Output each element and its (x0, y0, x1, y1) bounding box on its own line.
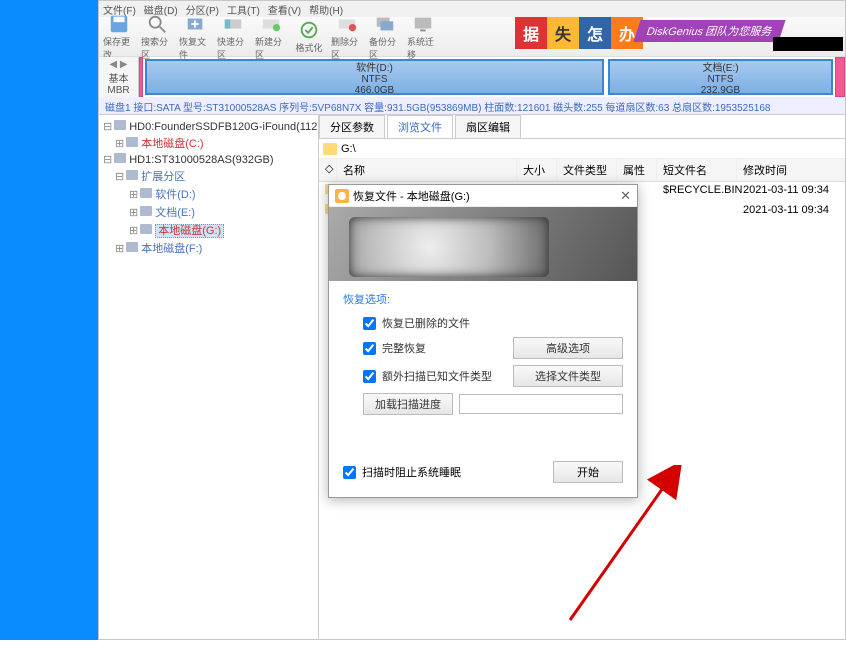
volume-icon (126, 242, 138, 252)
col-name[interactable]: 名称 (337, 159, 517, 181)
part-d-title: 软件(D:) (356, 59, 393, 74)
chk-extra-scan[interactable] (363, 370, 376, 383)
disk-icon (114, 120, 126, 130)
volume-icon (140, 206, 152, 216)
disk-basic-cell[interactable]: ◀ ▶ 基本 MBR (99, 57, 139, 97)
banner-char-3: 怎 (579, 17, 611, 49)
tb-format[interactable]: 格式化 (293, 19, 325, 54)
tb-delete[interactable]: 删除分区 (331, 13, 363, 61)
file-time: 2021-03-11 09:34 (737, 182, 845, 202)
tree-g[interactable]: 本地磁盘(G:) (155, 224, 224, 238)
volume-icon (126, 137, 138, 147)
disk-info-line: 磁盘1 接口:SATA 型号:ST31000528AS 序列号:5VP68N7X… (99, 97, 845, 115)
partition-gap (139, 57, 143, 97)
file-short: $RECYCLE.BIN (657, 182, 737, 202)
part-d-size: 466.0GB (355, 85, 394, 96)
tab-browse[interactable]: 浏览文件 (387, 115, 453, 138)
tb-save[interactable]: 保存更改 (103, 13, 135, 61)
volume-icon (140, 224, 152, 234)
chk-extra-scan-label: 额外扫描已知文件类型 (382, 368, 492, 384)
hdd-illustration (349, 217, 549, 277)
taskbar (0, 640, 846, 646)
part-e-size: 232.9GB (701, 85, 740, 96)
tabs: 分区参数 浏览文件 扇区编辑 (319, 115, 845, 139)
col-check[interactable]: ◇ (319, 159, 337, 181)
tb-backup[interactable]: 备份分区 (369, 13, 401, 61)
col-type[interactable]: 文件类型 (557, 159, 617, 181)
tree-d[interactable]: 软件(D:) (155, 189, 195, 201)
partition-d[interactable]: 软件(D:) NTFS 466.0GB (145, 59, 604, 95)
col-time[interactable]: 修改时间 (737, 159, 845, 181)
tree-c[interactable]: 本地磁盘(C:) (141, 138, 203, 150)
volume-icon (140, 188, 152, 198)
part-e-title: 文档(E:) (702, 59, 738, 74)
partition-map: ◀ ▶ 基本 MBR 软件(D:) NTFS 466.0GB 文档(E:) NT… (99, 57, 845, 97)
partition-end (835, 57, 845, 97)
tb-new[interactable]: 新建分区 (255, 13, 287, 61)
part-e-fs: NTFS (707, 74, 733, 85)
basic-label: 基本 (109, 70, 129, 85)
file-header: ◇ 名称 大小 文件类型 属性 短文件名 修改时间 (319, 159, 845, 182)
recover-dialog: 恢复文件 - 本地磁盘(G:) ✕ 恢复选项: 恢复已删除的文件 完整恢复 高级… (328, 184, 638, 498)
tree-pane[interactable]: ⊟HD0:FounderSSDFB120G-iFound(112G ⊞本地磁盘(… (99, 115, 319, 639)
mbr-label: MBR (107, 85, 129, 96)
chk-full-recover-label: 完整恢复 (382, 340, 426, 356)
banner-char-2: 失 (547, 17, 579, 49)
tb-search[interactable]: 搜索分区 (141, 13, 173, 61)
part-d-fs: NTFS (361, 74, 387, 85)
tb-sys[interactable]: 系统迁移 (407, 13, 439, 61)
tab-sector[interactable]: 扇区编辑 (455, 115, 521, 138)
options-label: 恢复选项: (343, 291, 623, 307)
banner: 据 失 怎 办 DiskGenius 团队为您服务 (515, 17, 845, 52)
banner-char-1: 据 (515, 17, 547, 49)
start-button[interactable]: 开始 (553, 461, 623, 483)
tb-quick[interactable]: 快速分区 (217, 13, 249, 61)
file-time: 2021-03-11 09:34 (737, 202, 845, 222)
tree-hd0[interactable]: HD0:FounderSSDFB120G-iFound(112G (129, 121, 319, 133)
select-type-button[interactable]: 选择文件类型 (513, 365, 623, 387)
progress-path-input[interactable] (459, 394, 623, 414)
col-size[interactable]: 大小 (517, 159, 557, 181)
tree-ext[interactable]: 扩展分区 (141, 171, 185, 183)
path-text: G:\ (341, 143, 356, 155)
dialog-body: 恢复选项: 恢复已删除的文件 完整恢复 高级选项 额外扫描已知文件类型 选择文件… (329, 281, 637, 431)
tab-params[interactable]: 分区参数 (319, 115, 385, 138)
banner-redact (773, 37, 843, 51)
col-attr[interactable]: 属性 (617, 159, 657, 181)
chk-prevent-sleep-label: 扫描时阻止系统睡眠 (362, 464, 461, 480)
chk-recover-deleted-label: 恢复已删除的文件 (382, 315, 470, 331)
chk-recover-deleted[interactable] (363, 317, 376, 330)
tree-hd1[interactable]: HD1:ST31000528AS(932GB) (129, 154, 273, 166)
tb-recover[interactable]: 恢复文件 (179, 13, 211, 61)
app-icon (335, 189, 349, 203)
tree-e[interactable]: 文档(E:) (155, 207, 195, 219)
disk-icon (114, 153, 126, 163)
path-bar[interactable]: G:\ (319, 139, 845, 159)
tree-f[interactable]: 本地磁盘(F:) (141, 243, 202, 255)
banner-flag: DiskGenius 团队为您服务 (637, 20, 782, 55)
toolbar: 保存更改 搜索分区 恢复文件 快速分区 新建分区 格式化 删除分区 备份分区 系… (99, 17, 845, 57)
partition-e[interactable]: 文档(E:) NTFS 232.9GB (608, 59, 833, 95)
close-icon[interactable]: ✕ (620, 188, 631, 204)
chk-full-recover[interactable] (363, 342, 376, 355)
col-short[interactable]: 短文件名 (657, 159, 737, 181)
volume-icon (126, 170, 138, 180)
dialog-title-text: 恢复文件 - 本地磁盘(G:) (353, 188, 470, 204)
folder-icon (323, 143, 337, 155)
dialog-titlebar[interactable]: 恢复文件 - 本地磁盘(G:) ✕ (329, 185, 637, 207)
nav-arrows-icon[interactable]: ◀ ▶ (109, 59, 127, 70)
chk-prevent-sleep[interactable] (343, 466, 356, 479)
load-progress-button[interactable]: 加载扫描进度 (363, 393, 453, 415)
advanced-options-button[interactable]: 高级选项 (513, 337, 623, 359)
dialog-image (329, 207, 637, 281)
